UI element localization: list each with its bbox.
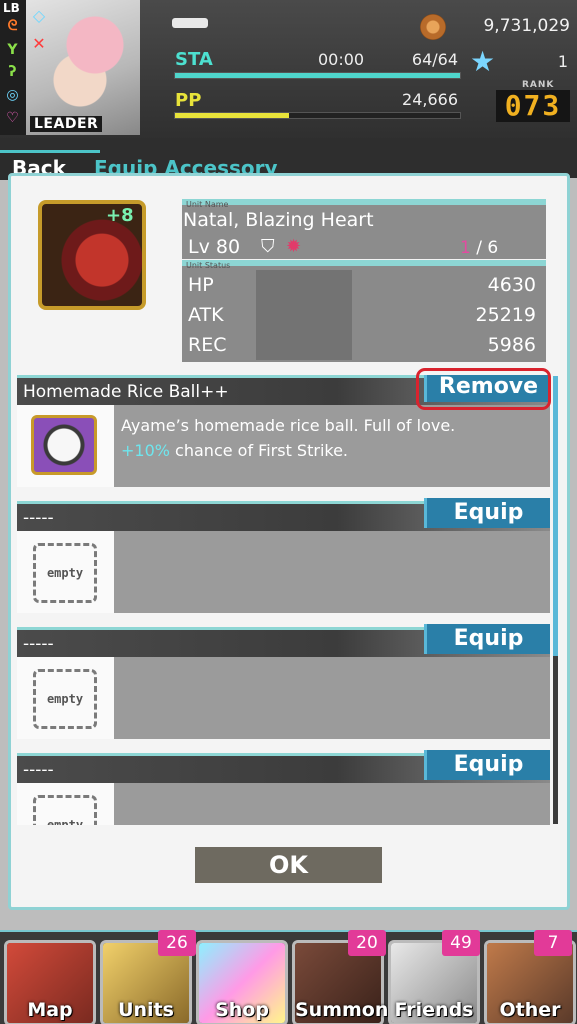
dark-element-icon: ♡ <box>6 110 19 126</box>
accessory-name: ----- <box>23 760 54 780</box>
nav-label: Other <box>499 999 561 1021</box>
remove-button-highlight <box>416 368 551 410</box>
equip-button[interactable]: Equip <box>424 498 550 528</box>
nav-label: Shop <box>215 999 269 1021</box>
pp-label: PP <box>175 90 202 111</box>
summon-badge: 20 <box>348 930 386 956</box>
gold-amount: 9,731,029 <box>483 16 570 36</box>
nav-label: Map <box>27 999 73 1021</box>
lb-icon-column: LB ᘓ Y ʔ ◎ ♡ <box>0 0 26 135</box>
friends-badge: 49 <box>442 930 480 956</box>
nav-label: Friends <box>394 999 474 1021</box>
accessory-body: empty <box>17 531 550 613</box>
accessory-name: Homemade Rice Ball++ <box>23 382 229 402</box>
bottom-nav: Map Units Shop Summon Friends Other 26 2… <box>0 930 577 1024</box>
other-badge: 7 <box>534 930 572 956</box>
gold-coin-icon <box>420 14 446 40</box>
cross-swords-icon: ✕ <box>32 34 46 53</box>
stamina-timer: 00:00 <box>318 50 365 69</box>
lb-label: LB <box>3 1 20 15</box>
accessory-body: Ayame’s homemade rice ball. Full of love… <box>17 405 550 487</box>
accessory-desc-text: Ayame’s homemade rice ball. Full of love… <box>121 416 456 435</box>
shield-type-icon: ⛉ <box>261 236 275 257</box>
light-element-icon: ◇ <box>32 6 46 25</box>
stamina-value: 64/64 <box>411 50 458 69</box>
empty-slot-icon[interactable]: empty <box>33 795 97 825</box>
stat-row-hp: HP 4630 <box>182 270 546 300</box>
thunder-element-icon: ʔ <box>8 64 17 80</box>
nav-shop[interactable]: Shop <box>196 940 288 1024</box>
stat-label: REC <box>188 334 227 356</box>
accessory-desc-highlight: +10% <box>121 441 170 460</box>
accessory-name: ----- <box>23 508 54 528</box>
unit-slot-total: / 6 <box>470 238 499 258</box>
unit-name: Natal, Blazing Heart <box>183 209 374 231</box>
pp-value: 24,666 <box>402 90 458 109</box>
stat-value: 4630 <box>487 274 536 296</box>
accessory-slot: ----- Equip empty <box>17 498 550 616</box>
rank-value: 073 <box>496 90 570 122</box>
nav-map[interactable]: Map <box>4 940 96 1024</box>
water-element-icon: ◎ <box>6 87 19 103</box>
list-scroll-thumb[interactable] <box>553 376 558 656</box>
unit-level: Lv 80 <box>188 236 241 258</box>
ok-button[interactable]: OK <box>195 847 382 883</box>
nav-label: Units <box>118 999 174 1021</box>
equip-button[interactable]: Equip <box>424 624 550 654</box>
player-name <box>172 18 208 28</box>
pp-bar <box>174 112 461 119</box>
accessory-body: empty <box>17 783 550 825</box>
accessory-list[interactable]: Homemade Rice Ball++ Remove Ayame’s home… <box>17 375 550 825</box>
unit-plus-badge: +8 <box>106 205 134 226</box>
accessory-icon-cell: empty <box>17 783 114 825</box>
list-scrollbar[interactable] <box>553 376 558 824</box>
accessory-desc-text-end: chance of First Strike. <box>169 441 349 460</box>
stat-value: 5986 <box>487 334 536 356</box>
units-badge: 26 <box>158 930 196 956</box>
stat-shade <box>256 300 352 330</box>
gem-icon: ★ <box>470 45 496 78</box>
accessory-icon-cell: empty <box>17 531 114 613</box>
accessory-slot: ----- Equip empty <box>17 750 550 825</box>
stat-shade <box>256 270 352 300</box>
accessory-icon-cell <box>17 405 114 487</box>
accessory-name: ----- <box>23 634 54 654</box>
fire-element-icon: ✹ <box>286 236 302 257</box>
unit-name-header: Unit Name <box>186 200 229 209</box>
leader-label: LEADER <box>30 116 103 132</box>
nav-label: Summon <box>295 999 389 1021</box>
unit-status-header: Unit Status <box>186 261 231 270</box>
accessory-body: empty <box>17 657 550 739</box>
stat-label: ATK <box>188 304 224 326</box>
unit-slot-count: 1 / 6 <box>460 238 498 258</box>
stamina-bar <box>174 72 461 79</box>
rice-ball-icon[interactable] <box>31 415 97 475</box>
stamina-bar-fill <box>175 73 460 78</box>
accessory-icon-cell: empty <box>17 657 114 739</box>
pp-bar-fill <box>175 113 289 118</box>
stat-row-atk: ATK 25219 <box>182 300 546 330</box>
status-header: LB ᘓ Y ʔ ◎ ♡ ◇ ✕ LEADER 9,731,029 STA 00… <box>0 0 577 140</box>
empty-slot-icon[interactable]: empty <box>33 543 97 603</box>
equip-button[interactable]: Equip <box>424 750 550 780</box>
stat-shade <box>256 330 352 360</box>
empty-slot-icon[interactable]: empty <box>33 669 97 729</box>
accessory-description: Ayame’s homemade rice ball. Full of love… <box>121 413 501 463</box>
unit-slot-current: 1 <box>460 238 471 258</box>
gem-count: 1 <box>557 52 568 71</box>
stamina-label: STA <box>175 49 213 70</box>
fire-element-icon: ᘓ <box>7 18 18 34</box>
accessory-slot: ----- Equip empty <box>17 624 550 742</box>
stat-label: HP <box>188 274 214 296</box>
stat-value: 25219 <box>475 304 536 326</box>
earth-element-icon: Y <box>7 42 18 58</box>
stat-row-rec: REC 5986 <box>182 330 546 360</box>
